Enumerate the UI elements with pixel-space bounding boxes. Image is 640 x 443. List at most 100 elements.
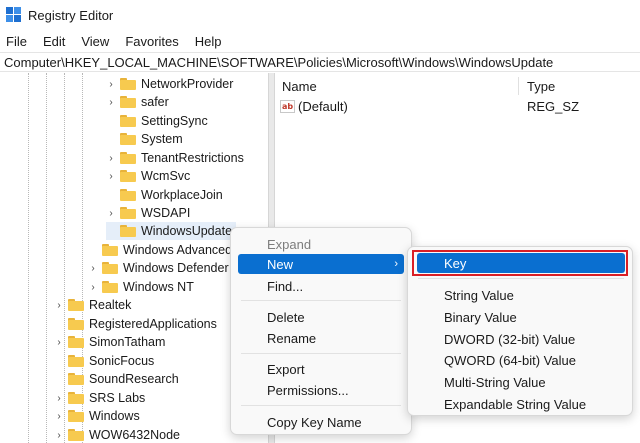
tree-item[interactable]: › Realtek: [54, 296, 131, 314]
tree-item-label: WOW6432Node: [89, 428, 181, 442]
submenu-item-binary-value[interactable]: Binary Value: [417, 307, 625, 327]
value-row[interactable]: ab (Default): [280, 97, 348, 115]
folder-icon: [68, 429, 84, 441]
chevron-right-icon[interactable]: ›: [106, 97, 116, 108]
chevron-right-icon[interactable]: ›: [54, 411, 64, 422]
tree-item-label: Windows: [89, 409, 140, 423]
tree-item[interactable]: › NetworkProvider: [106, 75, 233, 93]
tree-item[interactable]: › Windows: [54, 407, 140, 425]
tree-item-label: SimonTatham: [89, 335, 166, 349]
menu-item-new[interactable]: New ›: [238, 254, 404, 274]
chevron-right-icon[interactable]: ›: [106, 208, 116, 219]
menu-item-copy-key-name[interactable]: Copy Key Name: [239, 412, 403, 432]
folder-icon: [120, 115, 136, 127]
address-bar[interactable]: Computer\HKEY_LOCAL_MACHINE\SOFTWARE\Pol…: [0, 52, 640, 72]
registry-editor-icon: [6, 7, 22, 23]
menu-item-rename[interactable]: Rename: [239, 328, 403, 348]
folder-icon: [120, 207, 136, 219]
chevron-right-icon[interactable]: ›: [106, 153, 116, 164]
tree-item-label: System: [141, 132, 183, 146]
tree-item[interactable]: WorkplaceJoin: [106, 186, 223, 204]
menu-item-expand[interactable]: Expand: [239, 234, 403, 254]
tree-item[interactable]: › SimonTatham: [54, 333, 165, 351]
menu-divider: [241, 353, 401, 354]
chevron-right-icon[interactable]: ›: [54, 300, 64, 311]
tree-item[interactable]: › SRS Labs: [54, 389, 145, 407]
tree-item[interactable]: SoundResearch: [54, 370, 179, 388]
folder-icon: [68, 336, 84, 348]
chevron-right-icon[interactable]: ›: [54, 430, 64, 441]
tree-item[interactable]: RegisteredApplications: [54, 315, 217, 333]
tree-item-label: Windows Advanced: [123, 243, 233, 257]
tree-item-label: SRS Labs: [89, 391, 146, 405]
folder-icon: [120, 78, 136, 90]
chevron-right-icon[interactable]: ›: [88, 263, 98, 274]
chevron-right-icon[interactable]: ›: [88, 282, 98, 293]
menu-item-delete[interactable]: Delete: [239, 307, 403, 327]
menu-bar: File Edit View Favorites Help: [0, 30, 640, 52]
chevron-right-icon[interactable]: ›: [106, 79, 116, 90]
menu-edit[interactable]: Edit: [43, 34, 65, 49]
chevron-right-icon: ›: [394, 258, 398, 270]
column-header-name[interactable]: Name: [282, 79, 317, 94]
chevron-right-icon[interactable]: ›: [54, 337, 64, 348]
annotation-highlight-box: [412, 250, 628, 276]
folder-icon: [120, 225, 136, 237]
menu-divider: [241, 405, 401, 406]
menu-favorites[interactable]: Favorites: [125, 34, 178, 49]
folder-icon: [120, 96, 136, 108]
tree-item-label: Windows NT: [123, 280, 194, 294]
tree-item[interactable]: › safer: [106, 93, 169, 111]
tree-item[interactable]: SonicFocus: [54, 352, 154, 370]
string-value-icon: ab: [280, 99, 295, 113]
tree-item-label: safer: [141, 95, 169, 109]
tree-item-label: SettingSync: [141, 114, 208, 128]
tree-item-label: WcmSvc: [141, 169, 191, 183]
tree-item-label: SoundResearch: [89, 372, 179, 386]
menu-view[interactable]: View: [81, 34, 109, 49]
tree-item[interactable]: › WSDAPI: [106, 204, 190, 222]
tree-item-selected[interactable]: WindowsUpdate: [106, 222, 237, 240]
tree-item-label: TenantRestrictions: [141, 151, 244, 165]
window-title: Registry Editor: [28, 7, 114, 23]
menu-file[interactable]: File: [6, 34, 27, 49]
tree-item-label: Windows Defender: [123, 261, 229, 275]
column-separator[interactable]: [518, 77, 519, 95]
submenu-item-multi-string-value[interactable]: Multi-String Value: [417, 372, 625, 392]
tree-item[interactable]: › Windows Defender: [88, 259, 229, 277]
chevron-right-icon[interactable]: ›: [106, 171, 116, 182]
folder-icon: [120, 152, 136, 164]
tree-item-label: SonicFocus: [89, 354, 155, 368]
menu-divider: [418, 278, 624, 279]
tree-item[interactable]: › WcmSvc: [106, 167, 190, 185]
registry-key-tree[interactable]: › NetworkProvider › safer SettingSync Syst…: [0, 73, 268, 443]
tree-item[interactable]: › WOW6432Node: [54, 426, 180, 443]
submenu-item-expandable-string-value[interactable]: Expandable String Value: [417, 394, 625, 414]
folder-icon: [120, 189, 136, 201]
folder-icon: [68, 392, 84, 404]
value-type: REG_SZ: [527, 98, 580, 114]
tree-item[interactable]: System: [106, 130, 183, 148]
folder-icon: [120, 170, 136, 182]
tree-item[interactable]: › Windows NT: [88, 278, 194, 296]
submenu-item-qword-value[interactable]: QWORD (64-bit) Value: [417, 350, 625, 370]
column-header-type[interactable]: Type: [527, 79, 555, 94]
menu-item-export[interactable]: Export: [239, 359, 403, 379]
folder-icon: [102, 281, 118, 293]
tree-item[interactable]: Windows Advanced: [88, 241, 232, 259]
tree-item[interactable]: SettingSync: [106, 112, 208, 130]
submenu-item-dword-value[interactable]: DWORD (32-bit) Value: [417, 329, 625, 349]
submenu-item-string-value[interactable]: String Value: [417, 285, 625, 305]
menu-item-permissions[interactable]: Permissions...: [239, 380, 403, 400]
tree-item-label: Realtek: [89, 298, 132, 312]
folder-icon: [68, 410, 84, 422]
folder-icon: [68, 355, 84, 367]
tree-item-label: WorkplaceJoin: [141, 188, 223, 202]
chevron-right-icon[interactable]: ›: [54, 393, 64, 404]
folder-icon: [120, 133, 136, 145]
menu-item-find[interactable]: Find...: [239, 276, 403, 296]
title-bar: Registry Editor: [0, 0, 640, 30]
tree-item[interactable]: › TenantRestrictions: [106, 149, 244, 167]
menu-divider: [241, 300, 401, 301]
menu-help[interactable]: Help: [195, 34, 222, 49]
